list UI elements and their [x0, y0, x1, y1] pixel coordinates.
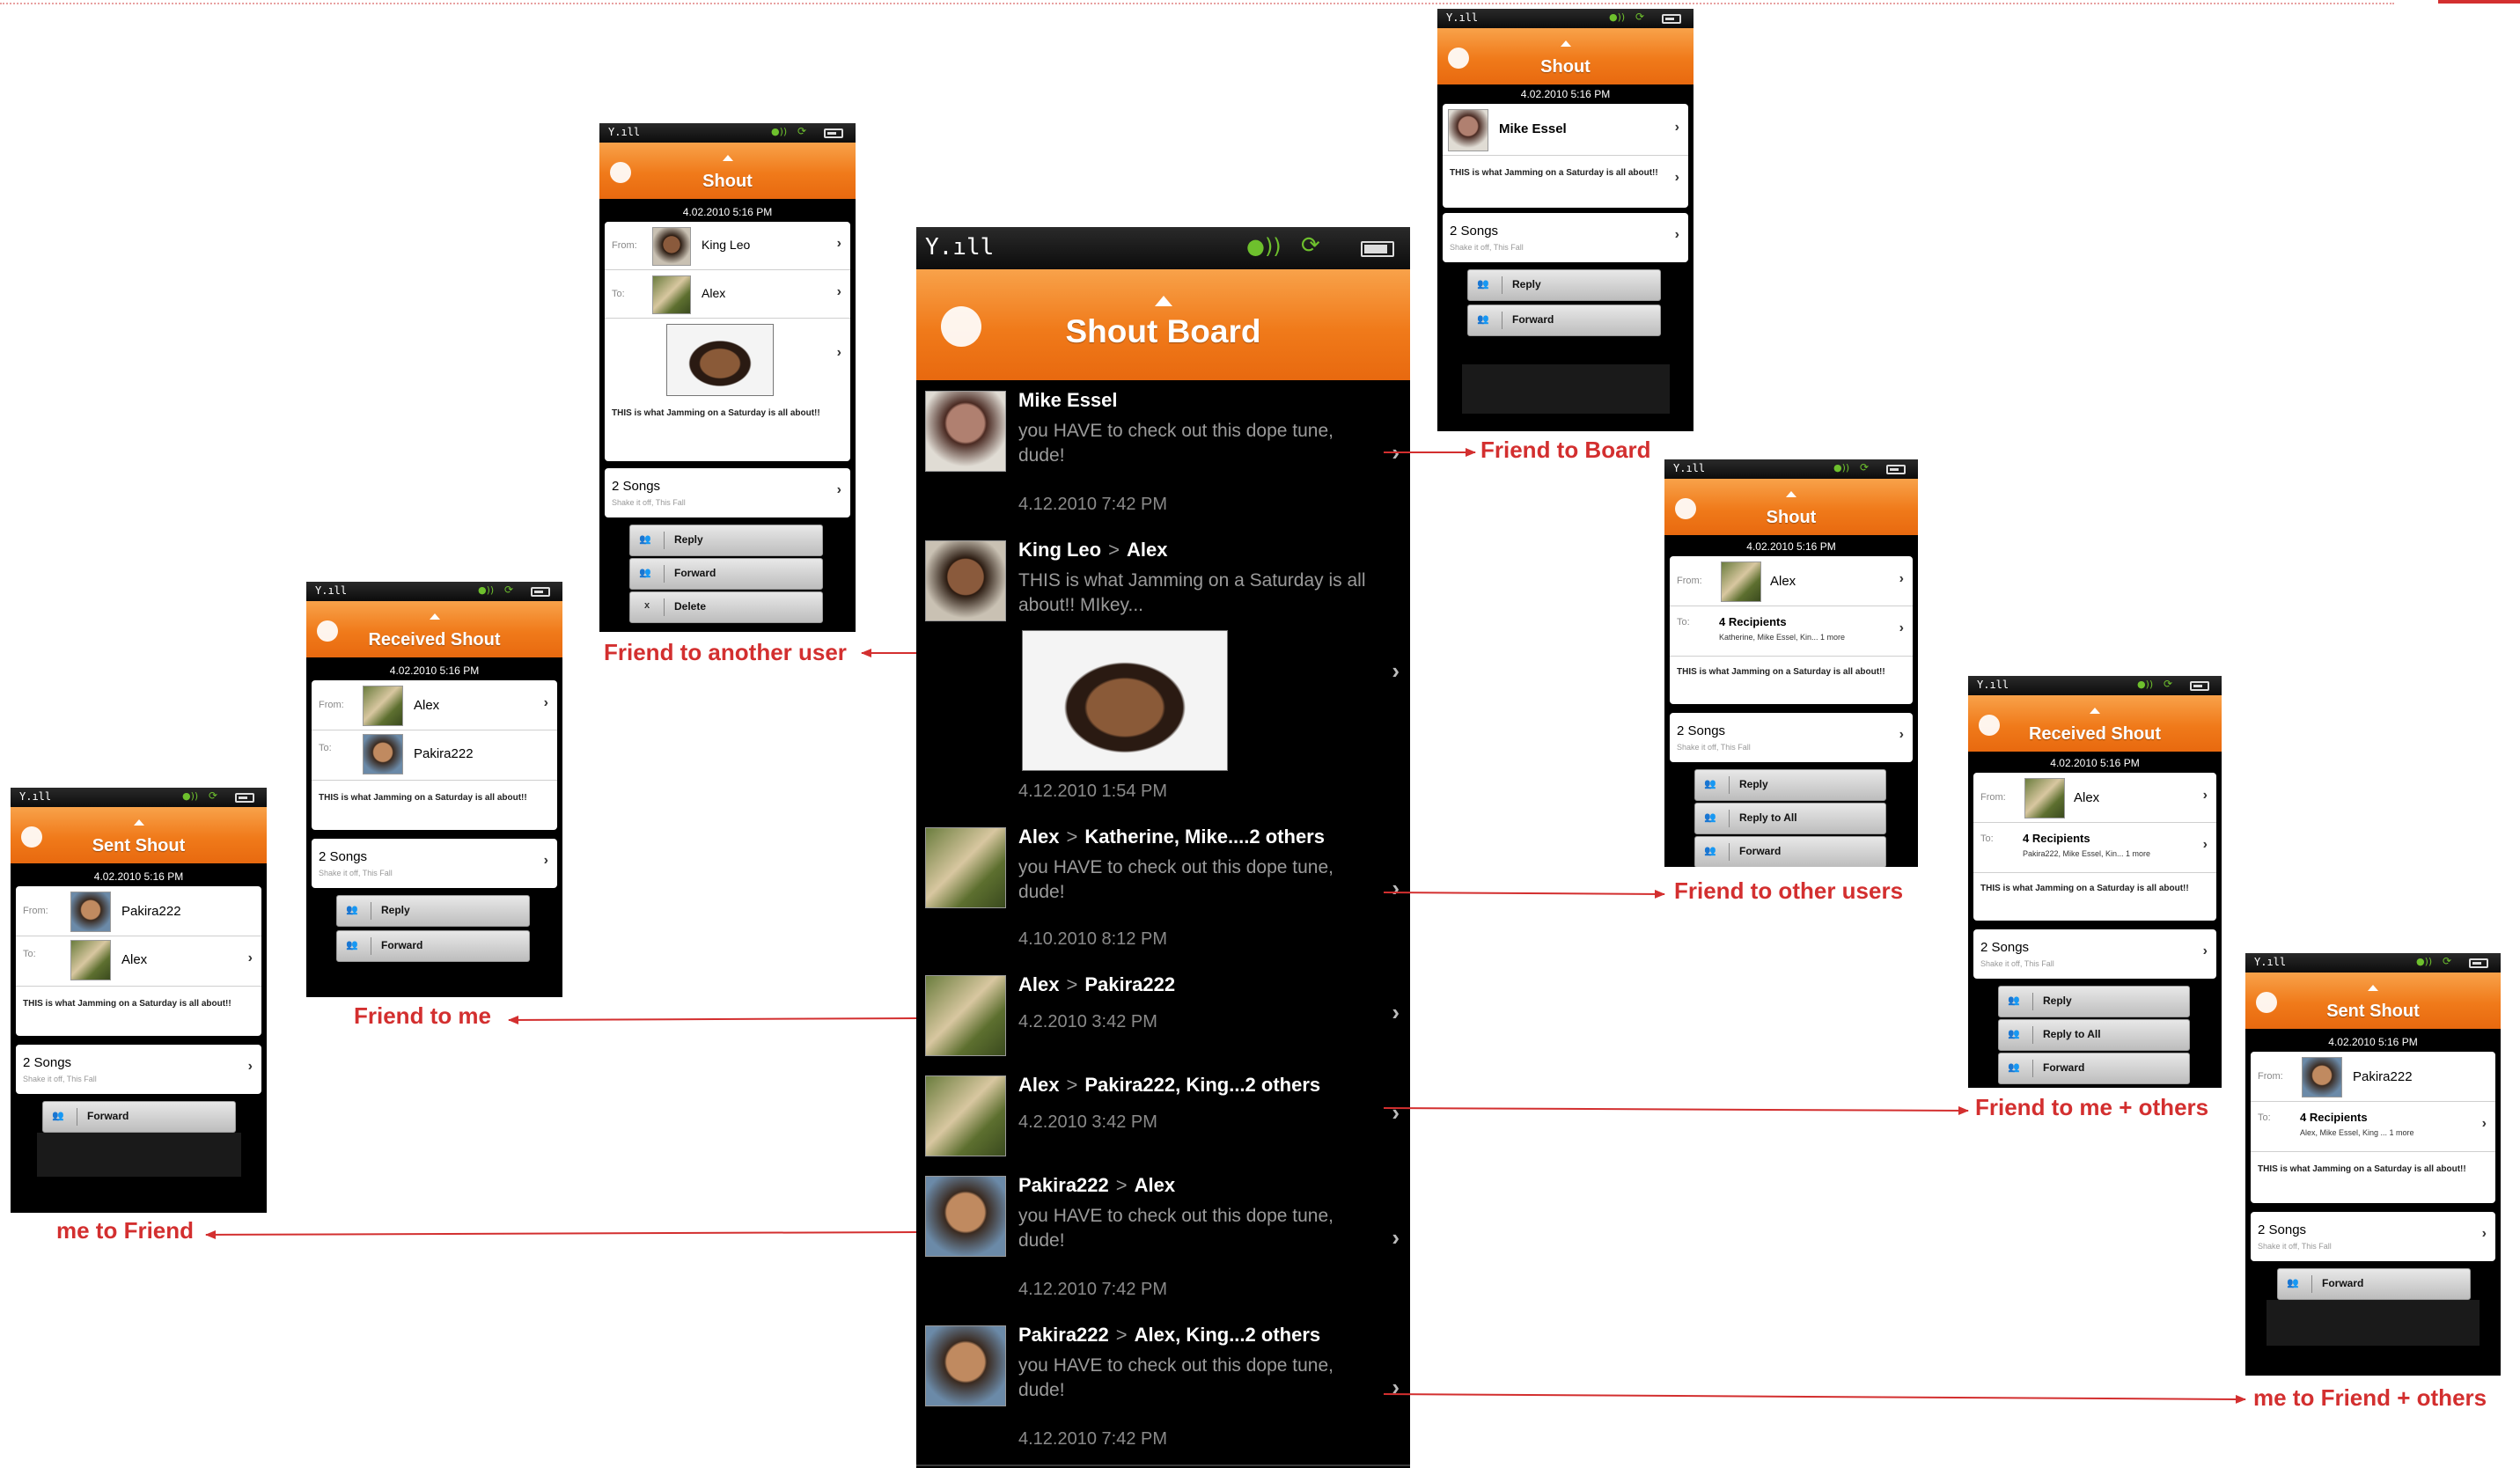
caption-friend-to-me: Friend to me — [354, 1002, 492, 1029]
caption-friend-to-me-plus-others: Friend to me + others — [1975, 1094, 2209, 1120]
caption-friend-to-board: Friend to Board — [1480, 437, 1651, 463]
caption-me-to-friend-plus-others: me to Friend + others — [2253, 1384, 2487, 1411]
flow-arrows — [205, 448, 2246, 1404]
arrow-friend-to-me-plus-others — [1383, 1105, 1969, 1115]
arrow-friend-to-me — [508, 1015, 917, 1024]
caption-friend-to-another-user: Friend to another user — [604, 639, 847, 665]
caption-friend-to-other-users: Friend to other users — [1674, 877, 1904, 904]
caption-me-to-friend: me to Friend — [56, 1217, 195, 1244]
arrow-friend-to-other-users — [1383, 889, 1665, 899]
arrow-me-to-friend — [205, 1229, 917, 1239]
arrow-me-to-friend-plus-others — [1383, 1393, 2246, 1404]
